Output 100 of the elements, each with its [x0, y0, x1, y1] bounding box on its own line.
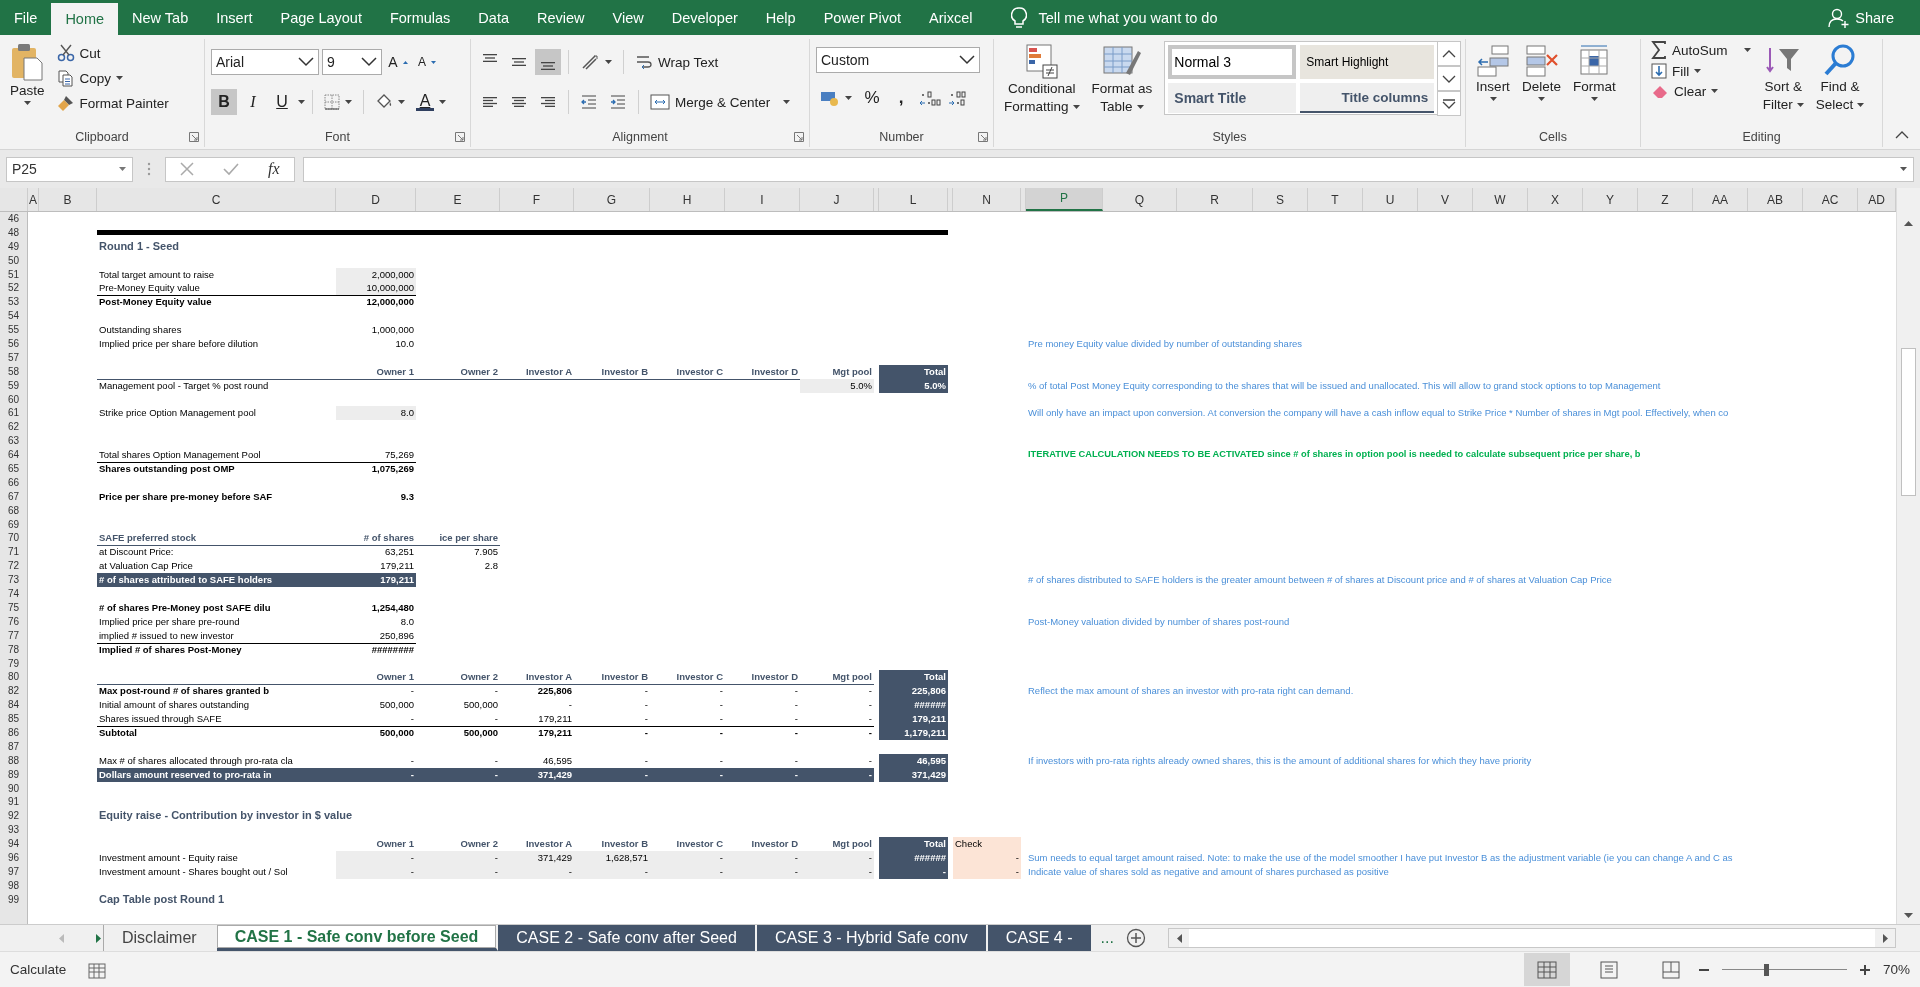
column-header[interactable]: P	[1026, 188, 1103, 211]
row-number[interactable]: 70	[0, 531, 28, 546]
scroll-left-button[interactable]	[1169, 929, 1189, 947]
row-number[interactable]: 64	[0, 448, 28, 463]
column-header[interactable]: S	[1253, 188, 1308, 211]
shrink-font-button[interactable]: A	[414, 49, 440, 75]
find-select-button[interactable]: Find & Select	[1811, 39, 1869, 127]
column-header[interactable]: Y	[1583, 188, 1638, 211]
row-number[interactable]: 63	[0, 434, 28, 449]
slider-thumb[interactable]	[1763, 963, 1769, 976]
sheet-tab[interactable]: CASE 1 - Safe conv before Seed	[216, 925, 499, 951]
percent-button[interactable]: %	[859, 85, 885, 111]
column-header[interactable]: U	[1363, 188, 1418, 211]
ribbon-tab[interactable]: New Tab	[118, 0, 203, 35]
row-number[interactable]: 62	[0, 420, 28, 435]
tell-me-field[interactable]: Tell me what you want to do	[1010, 0, 1218, 35]
column-header[interactable]: T	[1308, 188, 1363, 211]
column-header[interactable]: B	[39, 188, 97, 211]
row-number[interactable]: 82	[0, 684, 28, 699]
ribbon-tab[interactable]: Review	[523, 0, 599, 35]
ribbon-tab[interactable]: Formulas	[375, 0, 465, 35]
column-header[interactable]: F	[500, 188, 574, 211]
row-number[interactable]: 55	[0, 323, 28, 338]
row-number[interactable]: 61	[0, 406, 28, 421]
cells-delete-button[interactable]: Delete	[1518, 39, 1566, 127]
merge-center-button[interactable]: Merge & Center	[646, 91, 794, 113]
column-header[interactable]: D	[336, 188, 416, 211]
number-format-field[interactable]: Custom	[816, 47, 980, 73]
horizontal-scrollbar[interactable]	[1168, 928, 1896, 948]
column-header[interactable]: G	[574, 188, 650, 211]
font-size-field[interactable]: 9	[322, 49, 382, 75]
column-header[interactable]: A	[28, 188, 39, 211]
underline-button[interactable]: U	[269, 89, 295, 115]
column-header[interactable]: N	[953, 188, 1021, 211]
column-header[interactable]: C	[97, 188, 336, 211]
format-as-table-button[interactable]: Format as Table	[1087, 39, 1157, 127]
sheet-tab[interactable]: CASE 3 - Hybrid Safe conv	[756, 925, 988, 951]
cell-style-option[interactable]: Title columns	[1300, 83, 1435, 113]
more-sheets-button[interactable]: ...	[1092, 925, 1122, 951]
sheet-tab[interactable]: CASE 2 - Safe conv after Seed	[498, 925, 757, 951]
cell-style-option[interactable]: Normal 3	[1168, 45, 1297, 79]
ribbon-tab[interactable]: Insert	[202, 0, 267, 35]
column-header[interactable]: I	[725, 188, 800, 211]
autosum-button[interactable]: AutoSum	[1647, 39, 1755, 61]
normal-view-button[interactable]	[1523, 953, 1570, 986]
scroll-right-button[interactable]	[1875, 929, 1895, 947]
cell-style-option[interactable]: Smart Title	[1168, 83, 1297, 113]
ribbon-tab[interactable]: Arixcel	[915, 0, 987, 35]
clear-button[interactable]: Clear	[1647, 81, 1755, 101]
column-header[interactable]: X	[1528, 188, 1583, 211]
sheet-tab[interactable]: CASE 4 -	[987, 925, 1093, 951]
column-header[interactable]: V	[1418, 188, 1473, 211]
share-button[interactable]: Share	[1824, 0, 1898, 35]
column-header[interactable]: Z	[1638, 188, 1693, 211]
font-color-button[interactable]: A	[412, 91, 450, 113]
column-header[interactable]: L	[879, 188, 948, 211]
row-number[interactable]: 74	[0, 587, 28, 601]
cut-button[interactable]: Cut	[52, 42, 173, 64]
ribbon-tab[interactable]: Power Pivot	[809, 0, 915, 35]
row-number[interactable]: 93	[0, 823, 28, 838]
row-number[interactable]: 56	[0, 337, 28, 351]
row-number[interactable]: 52	[0, 281, 28, 296]
row-number[interactable]: 71	[0, 545, 28, 560]
ribbon-tab[interactable]: Home	[51, 3, 119, 35]
grow-font-button[interactable]: A	[385, 49, 411, 75]
ribbon-tab[interactable]: Page Layout	[266, 0, 376, 35]
gallery-down-button[interactable]	[1437, 66, 1462, 91]
copy-button[interactable]: Copy	[52, 67, 173, 89]
row-number[interactable]: 73	[0, 573, 28, 588]
insert-function-button[interactable]: fx	[264, 158, 284, 180]
format-painter-button[interactable]: Format Painter	[52, 92, 173, 114]
column-header[interactable]: R	[1177, 188, 1253, 211]
cell-style-option[interactable]: Smart Highlight	[1300, 45, 1435, 79]
ribbon-tab[interactable]: Help	[751, 0, 810, 35]
italic-button[interactable]: I	[240, 89, 266, 115]
column-header[interactable]: AB	[1748, 188, 1803, 211]
row-number[interactable]: 94	[0, 837, 28, 851]
font-name-field[interactable]: Arial	[211, 49, 319, 75]
column-header[interactable]: J	[800, 188, 874, 211]
scroll-thumb[interactable]	[1901, 348, 1916, 496]
name-box[interactable]: P25	[6, 156, 133, 182]
align-bottom-button[interactable]	[535, 49, 561, 75]
row-number[interactable]: 91	[0, 795, 28, 810]
row-number[interactable]: 46	[0, 212, 28, 226]
conditional-formatting-button[interactable]: Conditional Formatting	[1000, 39, 1084, 127]
column-header[interactable]: AA	[1693, 188, 1748, 211]
paste-button[interactable]: Paste	[6, 39, 49, 127]
column-header[interactable]: W	[1473, 188, 1528, 211]
ribbon-tab[interactable]: Data	[464, 0, 523, 35]
ribbon-tab[interactable]: File	[0, 0, 52, 35]
row-number[interactable]: 85	[0, 712, 28, 726]
row-number[interactable]: 65	[0, 462, 28, 476]
column-header[interactable]: AC	[1803, 188, 1858, 211]
row-number[interactable]: 84	[0, 698, 28, 713]
formula-input[interactable]	[303, 156, 1914, 182]
cells-format-button[interactable]: Format	[1569, 39, 1620, 127]
ribbon-tab[interactable]: Developer	[657, 0, 752, 35]
cells-insert-button[interactable]: Insert	[1472, 39, 1514, 127]
row-number[interactable]: 72	[0, 559, 28, 574]
row-number[interactable]: 80	[0, 670, 28, 685]
